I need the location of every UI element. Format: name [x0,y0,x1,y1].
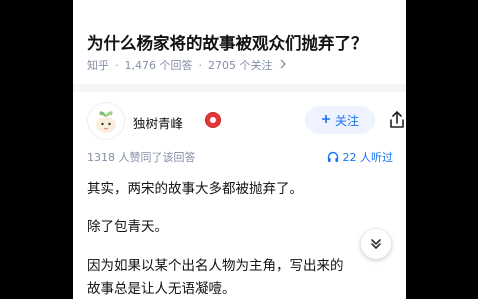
section-divider [73,84,406,92]
plus-icon [321,113,331,127]
answer-paragraph: 其实，两宋的故事大多都被抛弃了。 [87,181,303,197]
avatar[interactable] [87,102,125,140]
follow-count: 2705 个关注 [208,59,273,72]
collapse-button[interactable] [361,229,391,259]
listen-button[interactable]: 22 人听过 [327,149,394,165]
source-label: 知乎 [87,59,109,72]
meta-separator: · [198,58,203,72]
question-title[interactable]: 为什么杨家将的故事被观众们抛弃了？ [87,30,368,54]
badge-icon [205,112,221,128]
agree-count: 1318 人赞同了该回答 [87,151,196,164]
answer-paragraph: 因为如果以某个出名人物为主角，写出来的 [87,258,344,274]
share-icon [390,111,404,128]
answer-paragraph: 故事总是让人无语凝噎。 [87,281,236,297]
answer-paragraph: 除了包青天。 [87,219,168,235]
chevron-right-icon [279,59,287,72]
question-meta[interactable]: 知乎 · 1,476 个回答 · 2705 个关注 [87,57,287,73]
meta-separator: · [115,58,119,72]
share-button[interactable] [386,109,406,131]
avatar-icon [96,111,116,133]
follow-label: 关注 [334,113,359,128]
author-row: 独树青峰 关注 [87,102,404,140]
headphone-icon [327,151,338,162]
follow-button[interactable]: 关注 [305,106,375,134]
clipped-top-bar [73,0,406,8]
author-name[interactable]: 独树青峰 [133,113,183,132]
answer-count: 1,476 个回答 [124,59,193,72]
app-screen: 为什么杨家将的故事被观众们抛弃了？ 知乎 · 1,476 个回答 · 2705 … [73,0,406,299]
chevron-down-icon [371,239,381,249]
listen-count: 22 人听过 [342,151,394,164]
